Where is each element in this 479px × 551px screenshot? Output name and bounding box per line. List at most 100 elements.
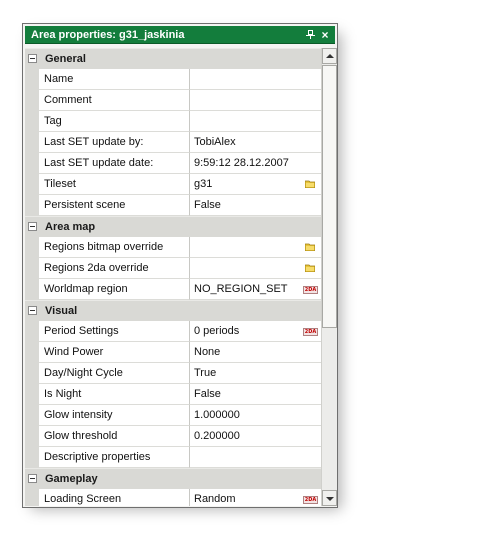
property-value-descriptive[interactable] [190, 447, 321, 468]
property-name: Last SET update date: [39, 153, 190, 174]
close-icon[interactable]: × [320, 26, 330, 44]
property-name: Period Settings [39, 321, 190, 342]
property-row-period-settings[interactable]: Period Settings 0 periods 2DA [25, 321, 321, 342]
row-gutter [25, 363, 39, 384]
property-name: Regions 2da override [39, 258, 190, 279]
property-value-comment[interactable] [190, 90, 321, 111]
row-gutter [25, 237, 39, 258]
category-visual[interactable]: Visual [25, 300, 321, 321]
property-row-persistent-scene[interactable]: Persistent scene False [25, 195, 321, 216]
arrow-up-icon [326, 54, 334, 58]
property-value-glow-threshold[interactable]: 0.200000 [190, 426, 321, 447]
property-value-name[interactable] [190, 69, 321, 90]
category-gameplay[interactable]: Gameplay [25, 468, 321, 489]
property-row-last-set-date[interactable]: Last SET update date: 9:59:12 28.12.2007 [25, 153, 321, 174]
property-row-last-set-by[interactable]: Last SET update by: TobiAlex [25, 132, 321, 153]
property-name: Tag [39, 111, 190, 132]
2da-icon[interactable]: 2DA [303, 328, 318, 336]
category-label: Visual [45, 305, 78, 317]
property-value-regions-2da[interactable] [190, 258, 321, 279]
row-gutter [25, 342, 39, 363]
row-gutter [25, 132, 39, 153]
row-gutter [25, 447, 39, 468]
property-row-tileset[interactable]: Tileset g31 [25, 174, 321, 195]
row-gutter [25, 69, 39, 90]
tileset-value-text: g31 [194, 178, 213, 190]
2da-icon[interactable]: 2DA [303, 286, 318, 294]
property-row-is-night[interactable]: Is Night False [25, 384, 321, 405]
row-gutter [25, 405, 39, 426]
property-name: Tileset [39, 174, 190, 195]
property-value-is-night[interactable]: False [190, 384, 321, 405]
collapse-icon[interactable] [28, 306, 37, 315]
area-properties-window: Area properties: g31_jaskinia × General … [22, 23, 338, 508]
property-name: Wind Power [39, 342, 190, 363]
property-value-regions-bitmap[interactable] [190, 237, 321, 258]
window-title: Area properties: g31_jaskinia [31, 29, 185, 41]
property-name: Worldmap region [39, 279, 190, 300]
row-gutter [25, 321, 39, 342]
period-settings-value-text: 0 periods [194, 325, 240, 337]
property-name: Comment [39, 90, 190, 111]
property-name: Last SET update by: [39, 132, 190, 153]
property-row-regions-2da[interactable]: Regions 2da override [25, 258, 321, 279]
scroll-thumb[interactable] [322, 65, 337, 328]
category-area-map[interactable]: Area map [25, 216, 321, 237]
property-value-tileset[interactable]: g31 [190, 174, 321, 195]
property-name: Persistent scene [39, 195, 190, 216]
property-value-persistent-scene[interactable]: False [190, 195, 321, 216]
scroll-down-button[interactable] [322, 490, 337, 506]
property-value-worldmap-region[interactable]: NO_REGION_SET 2DA [190, 279, 321, 300]
property-value-last-set-by: TobiAlex [190, 132, 321, 153]
property-name: Descriptive properties [39, 447, 190, 468]
loading-screen-value-text: Random [194, 493, 236, 505]
property-grid: General Name Comment Tag Last SET update… [25, 48, 321, 506]
collapse-icon[interactable] [28, 474, 37, 483]
property-name: Name [39, 69, 190, 90]
property-row-regions-bitmap[interactable]: Regions bitmap override [25, 237, 321, 258]
property-name: Day/Night Cycle [39, 363, 190, 384]
2da-icon[interactable]: 2DA [303, 496, 318, 504]
title-bar[interactable]: Area properties: g31_jaskinia × [25, 26, 335, 44]
property-name: Regions bitmap override [39, 237, 190, 258]
property-row-glow-intensity[interactable]: Glow intensity 1.000000 [25, 405, 321, 426]
property-value-period-settings[interactable]: 0 periods 2DA [190, 321, 321, 342]
folder-icon[interactable] [305, 243, 315, 251]
property-row-loading-screen[interactable]: Loading Screen Random 2DA [25, 489, 321, 506]
property-row-comment[interactable]: Comment [25, 90, 321, 111]
vertical-scrollbar[interactable] [321, 48, 337, 506]
property-row-name[interactable]: Name [25, 69, 321, 90]
scroll-up-button[interactable] [322, 48, 337, 64]
collapse-icon[interactable] [28, 222, 37, 231]
row-gutter [25, 90, 39, 111]
property-row-glow-threshold[interactable]: Glow threshold 0.200000 [25, 426, 321, 447]
category-label: General [45, 53, 86, 65]
row-gutter [25, 153, 39, 174]
property-value-day-night[interactable]: True [190, 363, 321, 384]
category-general[interactable]: General [25, 48, 321, 69]
property-row-descriptive[interactable]: Descriptive properties [25, 447, 321, 468]
property-row-day-night[interactable]: Day/Night Cycle True [25, 363, 321, 384]
row-gutter [25, 489, 39, 506]
category-label: Area map [45, 221, 96, 233]
worldmap-region-value-text: NO_REGION_SET [194, 283, 288, 295]
row-gutter [25, 195, 39, 216]
row-gutter [25, 384, 39, 405]
row-gutter [25, 174, 39, 195]
property-row-tag[interactable]: Tag [25, 111, 321, 132]
property-row-worldmap-region[interactable]: Worldmap region NO_REGION_SET 2DA [25, 279, 321, 300]
property-value-loading-screen[interactable]: Random 2DA [190, 489, 321, 506]
pin-icon[interactable] [306, 30, 315, 39]
property-value-last-set-date: 9:59:12 28.12.2007 [190, 153, 321, 174]
property-value-glow-intensity[interactable]: 1.000000 [190, 405, 321, 426]
property-value-wind-power[interactable]: None [190, 342, 321, 363]
property-value-tag[interactable] [190, 111, 321, 132]
property-name: Loading Screen [39, 489, 190, 506]
row-gutter [25, 111, 39, 132]
property-row-wind-power[interactable]: Wind Power None [25, 342, 321, 363]
folder-icon[interactable] [305, 264, 315, 272]
arrow-down-icon [326, 497, 334, 501]
collapse-icon[interactable] [28, 54, 37, 63]
folder-icon[interactable] [305, 180, 315, 188]
property-name: Glow intensity [39, 405, 190, 426]
